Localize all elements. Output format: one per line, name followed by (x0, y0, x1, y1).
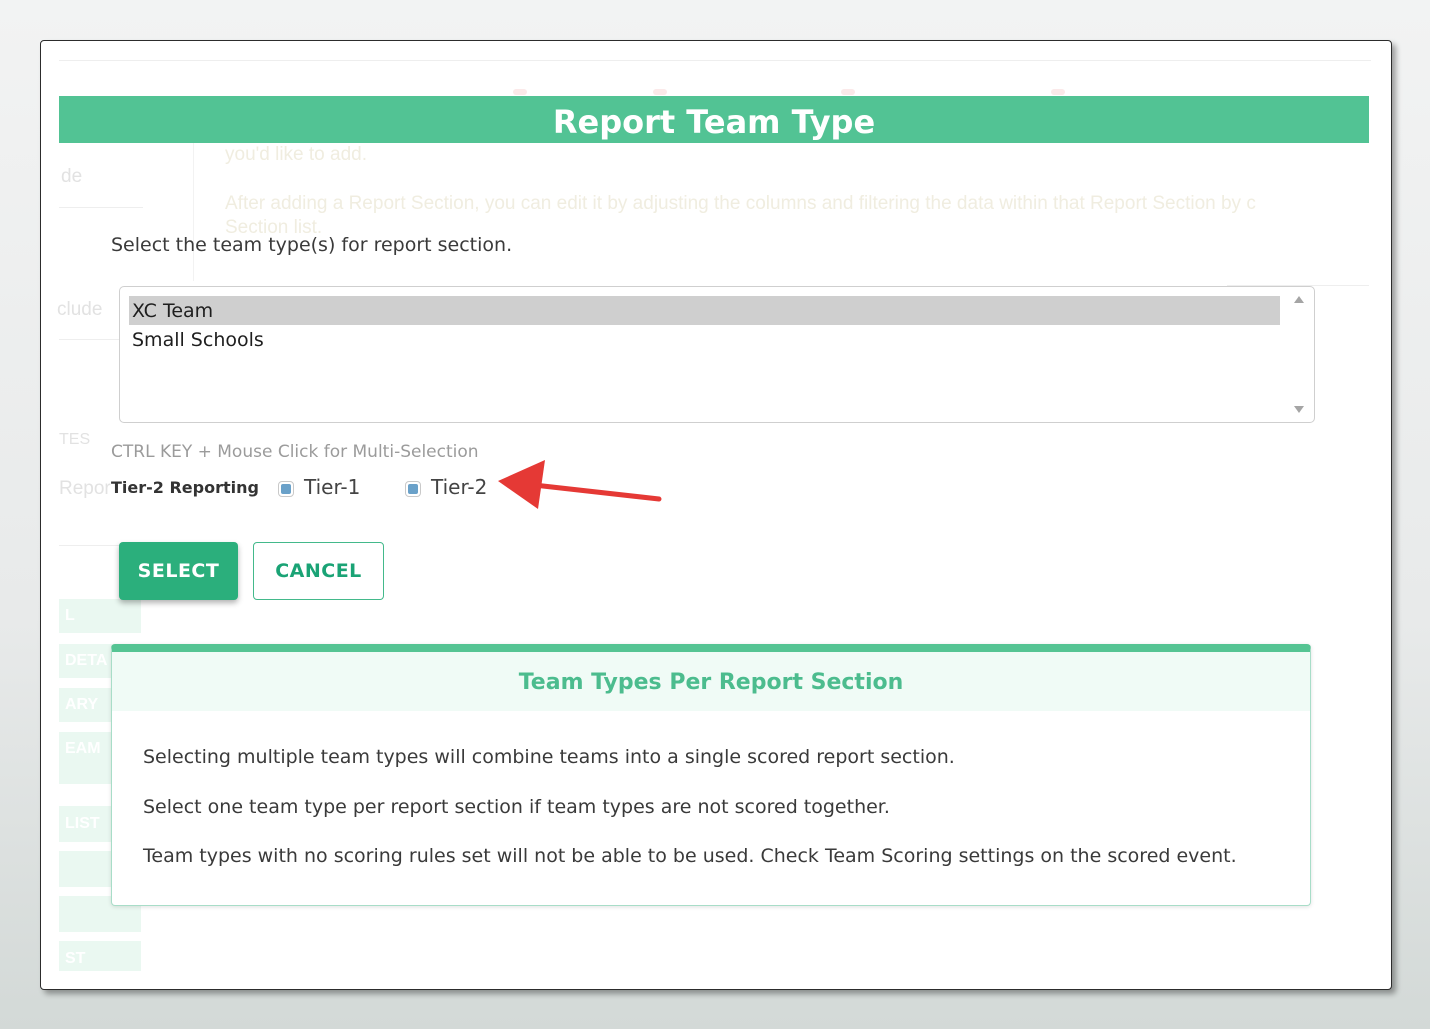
background-dot (513, 89, 527, 95)
cancel-button[interactable]: CANCEL (253, 542, 384, 600)
scroll-up-icon[interactable] (1294, 296, 1304, 303)
checkbox-checked-indicator (408, 484, 418, 494)
info-line: Team types with no scoring rules set wil… (143, 845, 1237, 867)
listbox-option-xc-team[interactable]: XC Team (129, 296, 1280, 325)
modal-window: de clude TES Repor L DETA ARY EAM LIST S… (40, 40, 1392, 990)
background-side-label: TES (59, 431, 91, 448)
background-body-text: After adding a Report Section, you can e… (225, 193, 1256, 214)
background-sidebar-divider (193, 141, 194, 281)
background-side-label: de (61, 166, 83, 187)
info-panel-title: Team Types Per Report Section (112, 652, 1310, 711)
instruction-text: Select the team type(s) for report secti… (111, 234, 513, 256)
modal-title: Report Team Type (59, 96, 1369, 143)
scroll-down-icon[interactable] (1294, 406, 1304, 413)
tier-2-reporting-label: Tier-2 Reporting (111, 478, 259, 497)
checkbox-checked-indicator (281, 484, 291, 494)
background-divider (59, 60, 1371, 61)
red-arrow-icon (498, 460, 662, 509)
info-panel: Team Types Per Report Section Selecting … (111, 644, 1311, 906)
tier-2-checkbox[interactable] (405, 481, 421, 497)
background-side-button: L (59, 599, 141, 633)
background-dot (1051, 89, 1065, 95)
info-line: Selecting multiple team types will combi… (143, 746, 955, 768)
background-side-button: ST (59, 941, 141, 971)
background-dot (841, 89, 855, 95)
tier-2-label[interactable]: Tier-2 (431, 475, 487, 499)
background-body-text: you'd like to add. (225, 144, 367, 165)
info-line: Select one team type per report section … (143, 796, 890, 818)
tier-1-checkbox[interactable] (278, 481, 294, 497)
team-type-listbox[interactable]: XC Team Small Schools (119, 286, 1315, 423)
multi-select-hint: CTRL KEY + Mouse Click for Multi-Selecti… (111, 442, 479, 462)
tier-1-label[interactable]: Tier-1 (304, 475, 360, 499)
background-side-label: clude (57, 299, 103, 320)
background-divider (59, 207, 143, 208)
background-dot (653, 89, 667, 95)
listbox-option-small-schools[interactable]: Small Schools (129, 325, 1280, 354)
background-side-label: Repor (59, 478, 111, 499)
select-button[interactable]: SELECT (119, 542, 238, 600)
